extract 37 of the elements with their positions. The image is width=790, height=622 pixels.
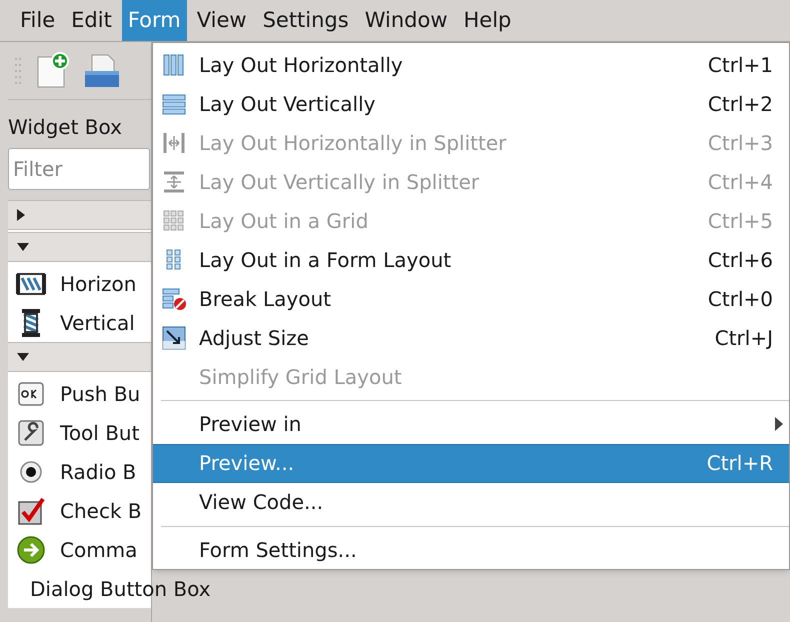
toolbar-grip-icon (14, 56, 22, 86)
vertical-splitter-icon (161, 168, 187, 194)
widget-label[interactable]: Dialog Button Box (30, 574, 211, 604)
break-layout-icon (161, 286, 187, 312)
category-header[interactable] (8, 200, 151, 230)
menu-bar-item[interactable]: Form (122, 0, 187, 41)
filter-field[interactable]: Filter (8, 148, 150, 190)
category-header[interactable] (8, 232, 151, 262)
widget-label[interactable]: Radio B (60, 456, 136, 486)
menu-item[interactable]: Lay Out Vertically Ctrl+2 (153, 84, 789, 123)
widget-label[interactable]: Tool But (60, 418, 140, 448)
menu-bar-item[interactable]: View (190, 0, 253, 41)
checkbox-icon (16, 496, 46, 526)
menu-item[interactable]: Break Layout Ctrl+0 (153, 279, 789, 318)
menu-item[interactable]: Form Settings... (153, 530, 789, 569)
menu-item[interactable]: Adjust Size Ctrl+J (153, 318, 789, 357)
menu-item[interactable]: Preview... Ctrl+R (153, 444, 789, 482)
widget-label[interactable]: Comma (60, 534, 138, 564)
resize-icon (161, 324, 187, 350)
category-header[interactable] (8, 342, 151, 372)
widget-label[interactable]: Push Bu (60, 378, 140, 408)
widget-label[interactable]: Horizon (60, 268, 136, 298)
widget-label[interactable]: Check B (60, 496, 142, 526)
submenu-arrow-icon (775, 417, 783, 431)
panel-title: Widget Box (8, 114, 123, 140)
wrench-button-icon (16, 418, 46, 448)
menu-bar-item[interactable]: Window (358, 0, 454, 41)
menu-item[interactable]: Lay Out Horizontally Ctrl+1 (153, 45, 789, 84)
menu-bar-item[interactable]: Help (458, 0, 518, 41)
menu-item[interactable]: Lay Out in a Form Layout Ctrl+6 (153, 240, 789, 279)
menu-bar-item[interactable]: Edit (65, 0, 118, 41)
menu-item[interactable]: View Code... (153, 482, 789, 522)
menu-bar-item[interactable]: File (14, 0, 62, 41)
menu-bar-item[interactable]: Settings (256, 0, 355, 41)
submenu-item[interactable]: Preview in (153, 404, 789, 444)
widget-label[interactable]: Vertical (60, 308, 135, 338)
arrow-circle-icon (16, 534, 46, 564)
